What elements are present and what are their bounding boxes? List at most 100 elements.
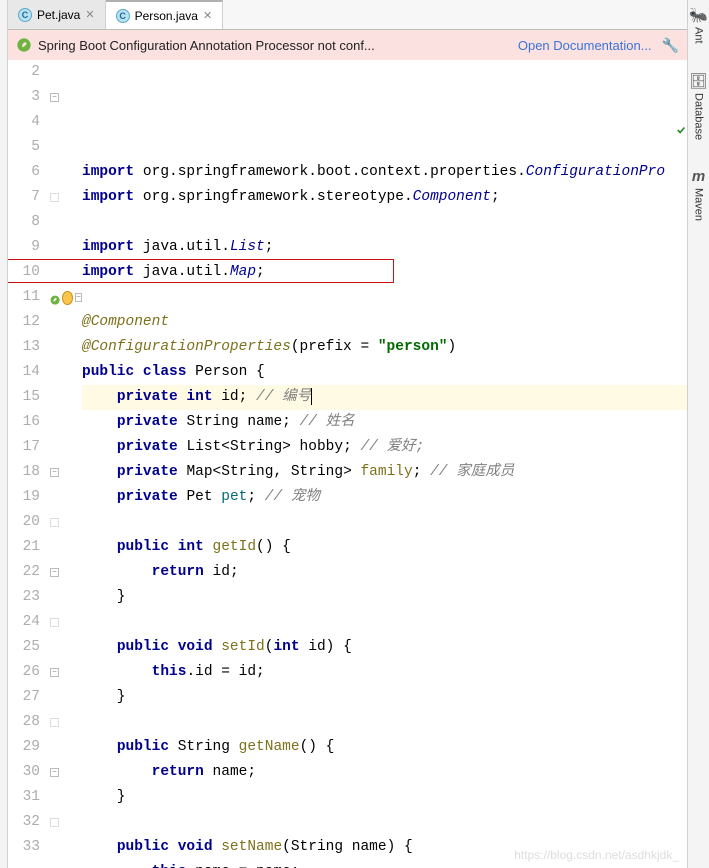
left-tool-ribbon [0, 0, 8, 868]
gutter-marker-row [48, 260, 82, 285]
tool-ant[interactable]: 🐜 Ant [689, 6, 708, 44]
gutter-marker-row: − [48, 760, 82, 785]
gutter-marker-row [48, 710, 82, 735]
fold-toggle[interactable]: − [50, 568, 59, 577]
gutter-marker-row [48, 535, 82, 560]
gutter-marker-row [48, 310, 82, 335]
code-line[interactable]: @ConfigurationProperties(prefix = "perso… [82, 335, 687, 360]
gutter-marker-row [48, 685, 82, 710]
line-gutter: 2345678910111213141516171819202122232425… [8, 60, 48, 868]
gutter-marker-row: − [48, 660, 82, 685]
tool-label: Database [692, 93, 704, 140]
code-line[interactable] [82, 135, 687, 160]
tab-label: Pet.java [37, 8, 80, 22]
marker-column: − − − − − − [48, 60, 82, 868]
code-line[interactable]: } [82, 785, 687, 810]
code-line[interactable]: @Component [82, 310, 687, 335]
ant-icon: 🐜 [689, 6, 708, 24]
class-icon: C [116, 9, 130, 23]
gutter-marker-row [48, 235, 82, 260]
tool-database[interactable]: 🗄 Database [689, 72, 708, 140]
gutter-marker-row [48, 785, 82, 810]
gutter-marker-row [48, 585, 82, 610]
tab-label: Person.java [135, 9, 198, 23]
class-icon: C [18, 8, 32, 22]
gutter-marker-row [48, 735, 82, 760]
gutter-marker-row [48, 435, 82, 460]
gutter-marker-row [48, 610, 82, 635]
gutter-marker-row [48, 160, 82, 185]
inspection-ok-icon[interactable] [676, 120, 686, 130]
gutter-marker-row [48, 410, 82, 435]
code-line[interactable]: private Pet pet; // 宠物 [82, 485, 687, 510]
spring-icon [16, 37, 32, 53]
gutter-marker-row [48, 60, 82, 85]
gutter-marker-row: − [48, 285, 82, 310]
code-line[interactable]: this.id = id; [82, 660, 687, 685]
code-line[interactable] [82, 210, 687, 235]
code-area[interactable]: import org.springframework.boot.context.… [82, 60, 687, 868]
code-line[interactable]: public class Person { [82, 360, 687, 385]
gutter-marker-row [48, 360, 82, 385]
close-icon[interactable]: ✕ [203, 9, 212, 22]
m-icon: m [692, 168, 705, 185]
gutter-marker-row: − [48, 85, 82, 110]
code-line[interactable]: return id; [82, 560, 687, 585]
code-line[interactable]: private List<String> hobby; // 爱好; [82, 435, 687, 460]
code-line[interactable]: public String getName() { [82, 735, 687, 760]
code-line[interactable]: private Map<String, String> family; // 家… [82, 460, 687, 485]
gutter-marker-row [48, 385, 82, 410]
code-line[interactable] [82, 610, 687, 635]
gutter-marker-row: − [48, 560, 82, 585]
code-line[interactable]: import java.util.Map; [82, 260, 687, 285]
fold-toggle[interactable]: − [75, 293, 82, 302]
code-line[interactable]: return name; [82, 760, 687, 785]
bulb-icon[interactable] [62, 291, 73, 305]
banner-link[interactable]: Open Documentation... [518, 38, 652, 53]
code-line[interactable] [82, 285, 687, 310]
tool-label: Ant [693, 27, 705, 44]
code-line[interactable]: public void setId(int id) { [82, 635, 687, 660]
notification-banner: Spring Boot Configuration Annotation Pro… [8, 30, 687, 60]
fold-toggle[interactable]: − [50, 93, 59, 102]
code-line[interactable] [82, 710, 687, 735]
gutter-marker-row [48, 335, 82, 360]
watermark: https://blog.csdn.net/asdhkjdk_ [514, 848, 679, 862]
fold-toggle[interactable]: − [50, 768, 59, 777]
code-line[interactable]: import org.springframework.stereotype.Co… [82, 185, 687, 210]
spring-leaf-icon [50, 291, 60, 305]
code-editor[interactable]: 2345678910111213141516171819202122232425… [8, 60, 687, 868]
tool-label: Maven [693, 188, 705, 221]
text-cursor [311, 388, 312, 405]
code-line[interactable]: import java.util.List; [82, 235, 687, 260]
code-line[interactable]: } [82, 585, 687, 610]
gutter-marker-row [48, 635, 82, 660]
tool-maven[interactable]: m Maven [692, 168, 705, 221]
code-line[interactable]: } [82, 685, 687, 710]
tab-person-java[interactable]: C Person.java ✕ [106, 0, 224, 29]
code-line[interactable]: public int getId() { [82, 535, 687, 560]
tab-pet-java[interactable]: C Pet.java ✕ [8, 0, 106, 29]
wrench-icon[interactable]: 🔧 [662, 37, 679, 54]
code-line[interactable] [82, 510, 687, 535]
fold-toggle[interactable]: − [50, 468, 59, 477]
gutter-marker-row [48, 485, 82, 510]
gutter-marker-row [48, 810, 82, 835]
fold-toggle[interactable]: − [50, 668, 59, 677]
db-icon: 🗄 [689, 72, 708, 90]
code-line[interactable]: private String name; // 姓名 [82, 410, 687, 435]
editor-tabs: C Pet.java ✕ C Person.java ✕ [8, 0, 687, 30]
gutter-marker-row [48, 210, 82, 235]
close-icon[interactable]: ✕ [85, 8, 94, 21]
gutter-marker-row [48, 835, 82, 860]
gutter-marker-row [48, 135, 82, 160]
banner-text: Spring Boot Configuration Annotation Pro… [38, 38, 512, 53]
code-line[interactable]: import org.springframework.boot.context.… [82, 160, 687, 185]
code-line[interactable] [82, 810, 687, 835]
gutter-marker-row [48, 185, 82, 210]
code-line[interactable]: private int id; // 编号 [82, 385, 687, 410]
gutter-marker-row [48, 510, 82, 535]
gutter-marker-row [48, 110, 82, 135]
gutter-marker-row: − [48, 460, 82, 485]
right-tool-strip: 🐜 Ant 🗄 Database m Maven [687, 0, 709, 868]
